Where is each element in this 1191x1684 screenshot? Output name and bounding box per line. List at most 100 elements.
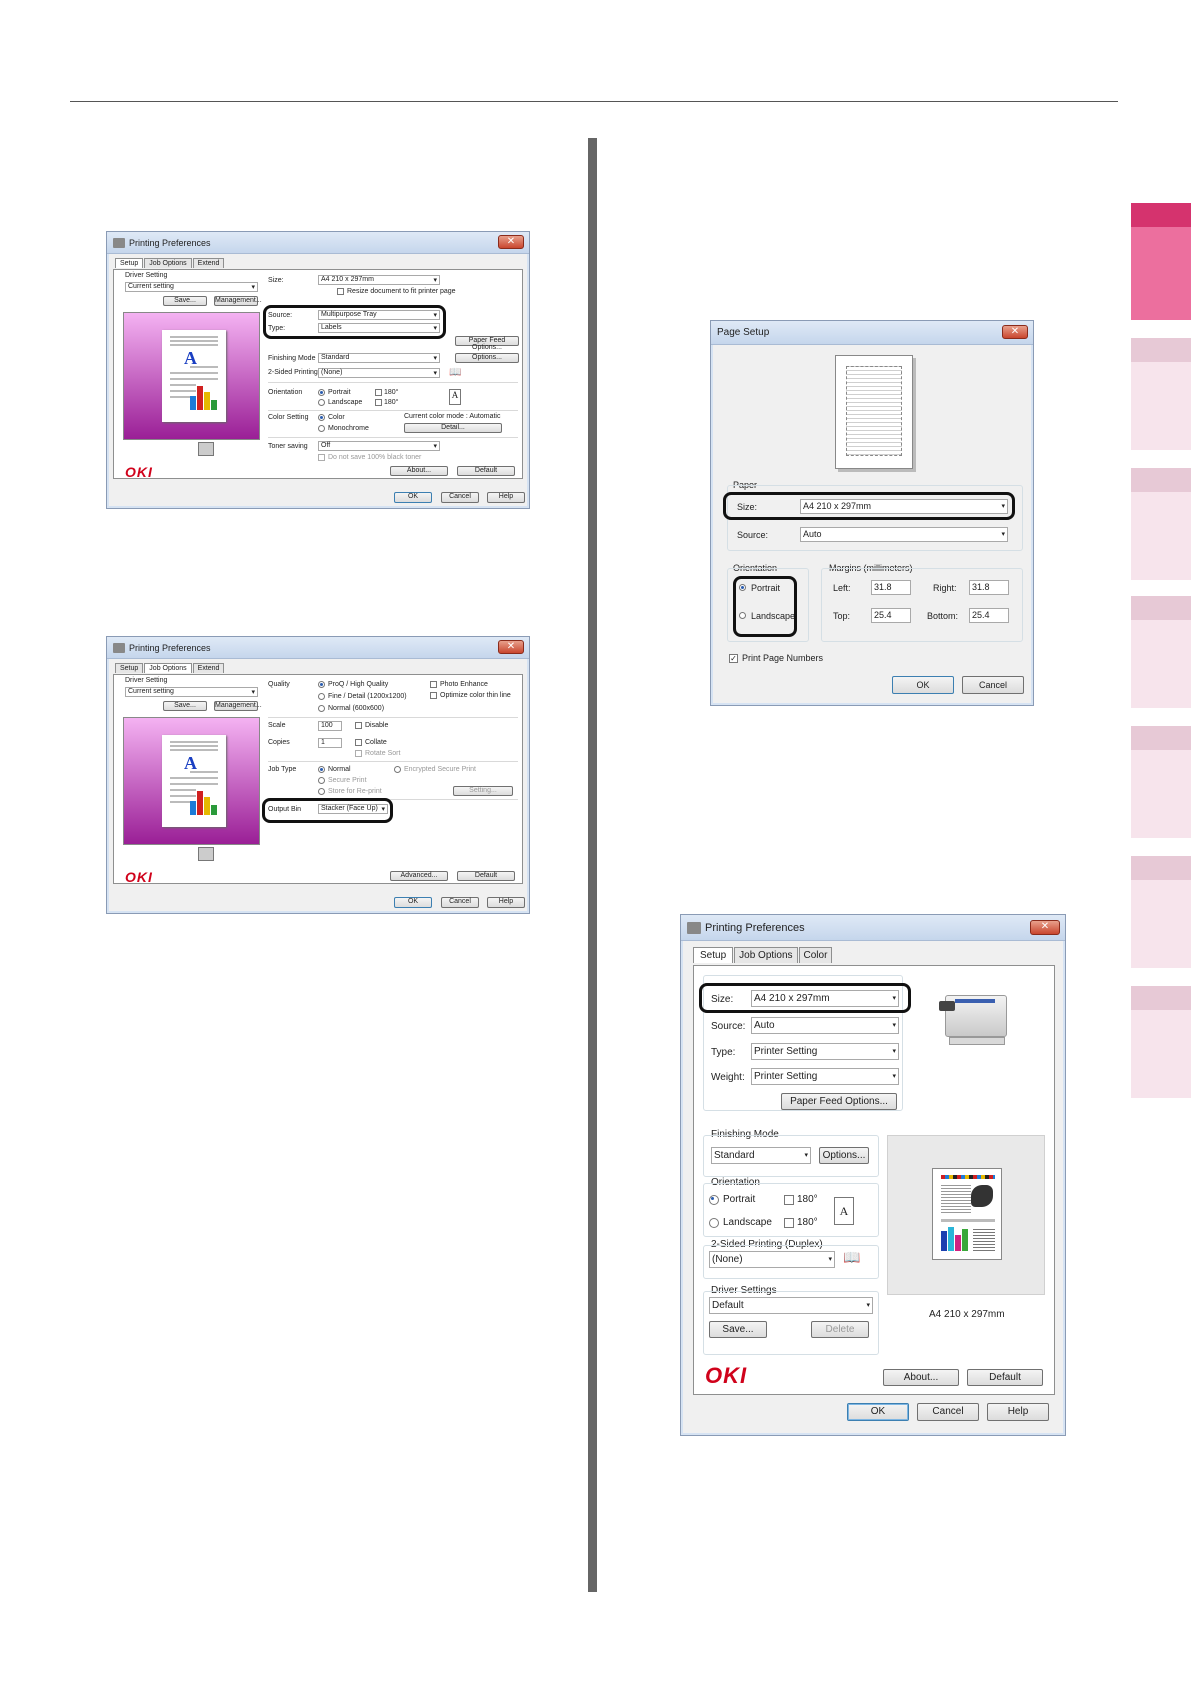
paper-feed-options-button[interactable]: Paper Feed Options... (781, 1093, 897, 1110)
cancel-button[interactable]: Cancel (441, 897, 479, 908)
about-button[interactable]: About... (390, 466, 448, 476)
paper-feed-options-button[interactable]: Paper Feed Options... (455, 336, 519, 351)
color-radio[interactable] (318, 414, 325, 421)
resize-checkbox[interactable] (337, 288, 344, 295)
options-button[interactable]: Options... (455, 353, 519, 363)
ok-button[interactable]: OK (394, 897, 432, 908)
chapter-tab[interactable] (1131, 203, 1191, 320)
help-button[interactable]: Help (487, 492, 525, 503)
advanced-button[interactable]: Advanced... (390, 871, 448, 881)
quality-fine-radio[interactable] (318, 693, 325, 700)
finishing-mode-select[interactable]: Standard (711, 1147, 811, 1164)
tab-job-options[interactable]: Job Options (734, 947, 798, 963)
two-sided-select[interactable]: (None) (318, 368, 440, 378)
cancel-button[interactable]: Cancel (917, 1403, 979, 1421)
monochrome-radio[interactable] (318, 425, 325, 432)
collate-checkbox[interactable] (355, 739, 362, 746)
weight-select[interactable]: Printer Setting (751, 1068, 899, 1085)
secure-print-label: Secure Print (328, 777, 367, 784)
setting-button[interactable]: Setting... (453, 786, 513, 796)
disable-checkbox[interactable] (355, 722, 362, 729)
chapter-tab[interactable] (1131, 856, 1191, 968)
quality-normal-radio[interactable] (318, 705, 325, 712)
detail-button[interactable]: Detail... (404, 423, 502, 433)
size-select[interactable]: A4 210 x 297mm (318, 275, 440, 285)
left-margin-input[interactable]: 31.8 (871, 580, 911, 595)
oki-logo: OKI (125, 869, 153, 885)
tab-setup[interactable]: Setup (115, 258, 144, 268)
printer-image (939, 985, 1009, 1049)
driver-settings-select[interactable]: Default (709, 1297, 873, 1314)
chapter-tab[interactable] (1131, 726, 1191, 838)
driver-setting-select[interactable]: Current setting (125, 687, 258, 697)
highlight-output-bin (262, 798, 393, 823)
landscape-radio[interactable] (318, 399, 325, 406)
options-button[interactable]: Options... (819, 1147, 869, 1164)
type-select[interactable]: Printer Setting (751, 1043, 899, 1060)
delete-button[interactable]: Delete (811, 1321, 869, 1338)
help-button[interactable]: Help (487, 897, 525, 908)
tab-color[interactable]: Color (798, 947, 833, 963)
close-icon[interactable]: ✕ (498, 235, 524, 249)
source-select[interactable]: Auto (800, 527, 1008, 542)
portrait-radio[interactable] (318, 389, 325, 396)
save-button[interactable]: Save... (709, 1321, 767, 1338)
tab-job-options[interactable]: Job Options (144, 663, 192, 673)
tab-extend[interactable]: Extend (192, 258, 225, 268)
store-reprint-radio[interactable] (318, 788, 325, 795)
help-button[interactable]: Help (987, 1403, 1049, 1421)
close-icon[interactable]: ✕ (498, 640, 524, 654)
chapter-tab[interactable] (1131, 468, 1191, 580)
do-not-save-checkbox[interactable] (318, 454, 325, 461)
chapter-tab[interactable] (1131, 338, 1191, 450)
separator (268, 761, 518, 762)
cancel-button[interactable]: Cancel (962, 676, 1024, 694)
tab-extend[interactable]: Extend (192, 663, 225, 673)
photo-enhance-checkbox[interactable] (430, 681, 437, 688)
copies-input[interactable]: 1 (318, 738, 342, 748)
rotate-180-landscape-checkbox[interactable] (784, 1218, 794, 1228)
default-button[interactable]: Default (967, 1369, 1043, 1386)
secure-print-radio[interactable] (318, 777, 325, 784)
right-margin-input[interactable]: 31.8 (969, 580, 1009, 595)
management-button[interactable]: Management... (214, 701, 262, 711)
close-icon[interactable]: ✕ (1030, 920, 1060, 935)
ok-button[interactable]: OK (892, 676, 954, 694)
tab-setup[interactable]: Setup (693, 947, 734, 963)
rotate-180-checkbox[interactable] (375, 389, 382, 396)
ok-button[interactable]: OK (847, 1403, 909, 1421)
dialog-title: Printing Preferences (129, 642, 211, 653)
rotate-180-landscape-checkbox[interactable] (375, 399, 382, 406)
default-button[interactable]: Default (457, 466, 515, 476)
chapter-tab[interactable] (1131, 986, 1191, 1098)
save-button[interactable]: Save... (163, 296, 207, 306)
print-page-numbers-checkbox[interactable]: ✓ (729, 654, 738, 663)
tab-setup[interactable]: Setup (115, 663, 144, 673)
driver-setting-select[interactable]: Current setting (125, 282, 258, 292)
two-sided-select[interactable]: (None) (709, 1251, 835, 1268)
ok-button[interactable]: OK (394, 492, 432, 503)
normal-radio[interactable] (318, 766, 325, 773)
management-button[interactable]: Management... (214, 296, 262, 306)
optimize-thin-checkbox[interactable] (430, 692, 437, 699)
scale-input[interactable]: 100 (318, 721, 342, 731)
about-button[interactable]: About... (883, 1369, 959, 1386)
finishing-mode-select[interactable]: Standard (318, 353, 440, 363)
source-select[interactable]: Auto (751, 1017, 899, 1034)
encrypted-radio[interactable] (394, 766, 401, 773)
portrait-radio[interactable] (709, 1195, 719, 1205)
tab-job-options[interactable]: Job Options (144, 258, 192, 268)
toner-saving-select[interactable]: Off (318, 441, 440, 451)
bottom-margin-input[interactable]: 25.4 (969, 608, 1009, 623)
chapter-tab[interactable] (1131, 596, 1191, 708)
default-button[interactable]: Default (457, 871, 515, 881)
save-button[interactable]: Save... (163, 701, 207, 711)
rotate-180-checkbox[interactable] (784, 1195, 794, 1205)
cancel-button[interactable]: Cancel (441, 492, 479, 503)
top-margin-input[interactable]: 25.4 (871, 608, 911, 623)
rotate-sort-checkbox[interactable] (355, 750, 362, 757)
quality-proq-radio[interactable] (318, 681, 325, 688)
letter-a-icon: A (184, 753, 197, 773)
close-icon[interactable]: ✕ (1002, 325, 1028, 339)
landscape-radio[interactable] (709, 1218, 719, 1228)
